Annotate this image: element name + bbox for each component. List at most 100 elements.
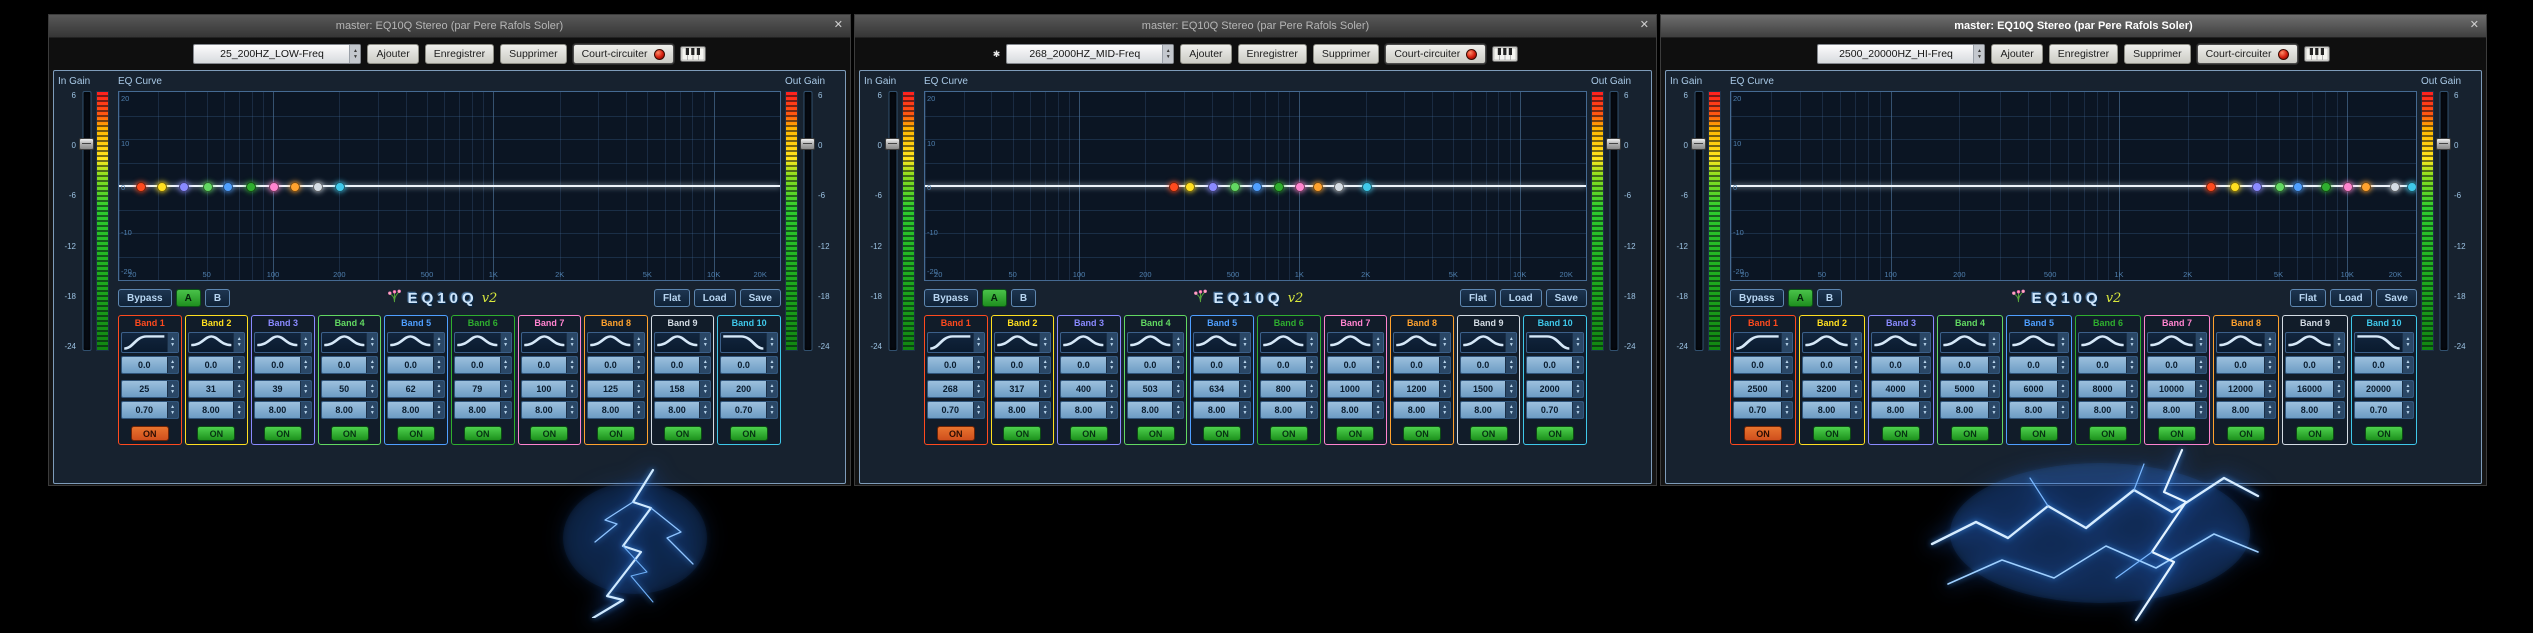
band-q-spinbox[interactable]: 0.70 ▲▼ (2354, 401, 2414, 419)
fader-track[interactable] (803, 91, 812, 351)
band-handle-dot[interactable] (2206, 182, 2216, 192)
fader-track[interactable] (2439, 91, 2448, 351)
band-q-spinbox[interactable]: 8.00 ▲▼ (2009, 401, 2069, 419)
band-handle-dot[interactable] (179, 182, 189, 192)
band-freq-spinbox[interactable]: 31 ▲▼ (188, 380, 246, 398)
band-handle-dot[interactable] (1313, 182, 1323, 192)
band-handle-dot[interactable] (1230, 182, 1240, 192)
global-bypass-button[interactable]: Court-circuiter (1385, 44, 1486, 64)
preset-delete-button[interactable]: Supprimer (500, 44, 566, 64)
filter-type-selector[interactable]: ▲▼ (188, 332, 246, 353)
spinner-arrows[interactable]: ▲▼ (1439, 381, 1450, 397)
out-gain-fader[interactable] (2436, 91, 2451, 351)
preset-save-button[interactable]: Enregistrer (425, 44, 494, 64)
in-gain-fader[interactable] (885, 91, 900, 351)
band-handle-dot[interactable] (1185, 182, 1195, 192)
band-handle-dot[interactable] (2343, 182, 2353, 192)
spinner-arrows[interactable]: ▲▼ (500, 381, 511, 397)
band-freq-spinbox[interactable]: 12000 ▲▼ (2216, 380, 2276, 398)
band-gain-spinbox[interactable]: 0.0 ▲▼ (2285, 356, 2345, 374)
spinner-arrows[interactable]: ▲▼ (1372, 333, 1383, 352)
filter-type-selector[interactable]: ▲▼ (720, 332, 778, 353)
band-gain-spinbox[interactable]: 0.0 ▲▼ (2078, 356, 2138, 374)
band-q-spinbox[interactable]: 8.00 ▲▼ (521, 401, 579, 419)
save-button[interactable]: Save (1546, 289, 1587, 307)
band-handle-dot[interactable] (136, 182, 146, 192)
fader-handle[interactable] (2436, 138, 2451, 150)
band-q-spinbox[interactable]: 8.00 ▲▼ (994, 401, 1052, 419)
preset-save-button[interactable]: Enregistrer (1238, 44, 1307, 64)
filter-type-selector[interactable]: ▲▼ (2216, 332, 2276, 353)
band-freq-spinbox[interactable]: 200 ▲▼ (720, 380, 778, 398)
spinner-arrows[interactable]: ▲▼ (300, 402, 311, 418)
band-gain-spinbox[interactable]: 0.0 ▲▼ (720, 356, 778, 374)
band-enable-button[interactable]: ON (2089, 426, 2127, 441)
spinner-arrows[interactable]: ▲▼ (300, 357, 311, 373)
spinner-arrows[interactable]: ▲▼ (366, 357, 377, 373)
spinner-arrows[interactable]: ▲▼ (167, 333, 178, 352)
spinner-arrows[interactable]: ▲▼ (1781, 381, 1792, 397)
band-freq-spinbox[interactable]: 800 ▲▼ (1260, 380, 1318, 398)
in-gain-fader[interactable] (1691, 91, 1706, 351)
spinner-arrows[interactable]: ▲▼ (1372, 357, 1383, 373)
spinner-arrows[interactable]: ▲▼ (433, 402, 444, 418)
spinner-arrows[interactable]: ▲▼ (973, 333, 984, 352)
band-enable-button[interactable]: ON (464, 426, 502, 441)
spinner-arrows[interactable]: ▲▼ (366, 333, 377, 352)
band-enable-button[interactable]: ON (264, 426, 302, 441)
spinner-arrows[interactable]: ▲▼ (1439, 333, 1450, 352)
band-enable-button[interactable]: ON (1137, 426, 1175, 441)
band-q-spinbox[interactable]: 8.00 ▲▼ (587, 401, 645, 419)
spinner-arrows[interactable]: ▲▼ (1106, 381, 1117, 397)
spinner-arrows[interactable]: ▲▼ (167, 357, 178, 373)
band-gain-spinbox[interactable]: 0.0 ▲▼ (121, 356, 179, 374)
band-freq-spinbox[interactable]: 317 ▲▼ (994, 380, 1052, 398)
band-enable-button[interactable]: ON (2020, 426, 2058, 441)
flat-button[interactable]: Flat (2290, 289, 2326, 307)
spinner-arrows[interactable]: ▲▼ (1239, 357, 1250, 373)
spinner-arrows[interactable]: ▲▼ (1572, 333, 1583, 352)
filter-type-selector[interactable]: ▲▼ (1127, 332, 1185, 353)
band-q-spinbox[interactable]: 0.70 ▲▼ (720, 401, 778, 419)
band-enable-button[interactable]: ON (1070, 426, 1108, 441)
spinner-arrows[interactable]: ▲▼ (2057, 381, 2068, 397)
ab-a-button[interactable]: A (982, 289, 1007, 307)
band-enable-button[interactable]: ON (197, 426, 235, 441)
band-handle-dot[interactable] (246, 182, 256, 192)
spinner-arrows[interactable]: ▲▼ (1572, 402, 1583, 418)
spinner-arrows[interactable]: ▲▼ (699, 333, 710, 352)
preset-save-button[interactable]: Enregistrer (2049, 44, 2118, 64)
preset-delete-button[interactable]: Supprimer (2124, 44, 2190, 64)
filter-type-selector[interactable]: ▲▼ (321, 332, 379, 353)
spinner-arrows[interactable]: ▲▼ (500, 402, 511, 418)
preset-delete-button[interactable]: Supprimer (1313, 44, 1379, 64)
filter-type-selector[interactable]: ▲▼ (1526, 332, 1584, 353)
filter-type-selector[interactable]: ▲▼ (2009, 332, 2069, 353)
band-handle-dot[interactable] (2230, 182, 2240, 192)
spinner-arrows[interactable]: ▲▼ (1850, 357, 1861, 373)
fader-track[interactable] (1609, 91, 1618, 351)
spinner-arrows[interactable]: ▲▼ (1306, 357, 1317, 373)
preset-combobox[interactable]: 25_200HZ_LOW-Freq ▲▼ (193, 44, 361, 64)
spinner-arrows[interactable]: ▲▼ (233, 402, 244, 418)
spinner-arrows[interactable]: ▲▼ (233, 357, 244, 373)
band-q-spinbox[interactable]: 8.00 ▲▼ (1940, 401, 2000, 419)
spinner-arrows[interactable]: ▲▼ (167, 381, 178, 397)
band-gain-spinbox[interactable]: 0.0 ▲▼ (321, 356, 379, 374)
band-gain-spinbox[interactable]: 0.0 ▲▼ (188, 356, 246, 374)
spinner-arrows[interactable]: ▲▼ (366, 381, 377, 397)
spinner-arrows[interactable]: ▲▼ (973, 402, 984, 418)
spinner-arrows[interactable]: ▲▼ (2264, 357, 2275, 373)
band-handle-dot[interactable] (2275, 182, 2285, 192)
band-q-spinbox[interactable]: 8.00 ▲▼ (1871, 401, 1931, 419)
filter-type-selector[interactable]: ▲▼ (927, 332, 985, 353)
band-freq-spinbox[interactable]: 6000 ▲▼ (2009, 380, 2069, 398)
spinner-arrows[interactable]: ▲▼ (433, 357, 444, 373)
spinner-arrows[interactable]: ▲▼ (1505, 402, 1516, 418)
band-freq-spinbox[interactable]: 400 ▲▼ (1060, 380, 1118, 398)
band-enable-button[interactable]: ON (530, 426, 568, 441)
band-freq-spinbox[interactable]: 1000 ▲▼ (1327, 380, 1385, 398)
load-button[interactable]: Load (1500, 289, 1542, 307)
band-gain-spinbox[interactable]: 0.0 ▲▼ (927, 356, 985, 374)
filter-type-selector[interactable]: ▲▼ (2285, 332, 2345, 353)
